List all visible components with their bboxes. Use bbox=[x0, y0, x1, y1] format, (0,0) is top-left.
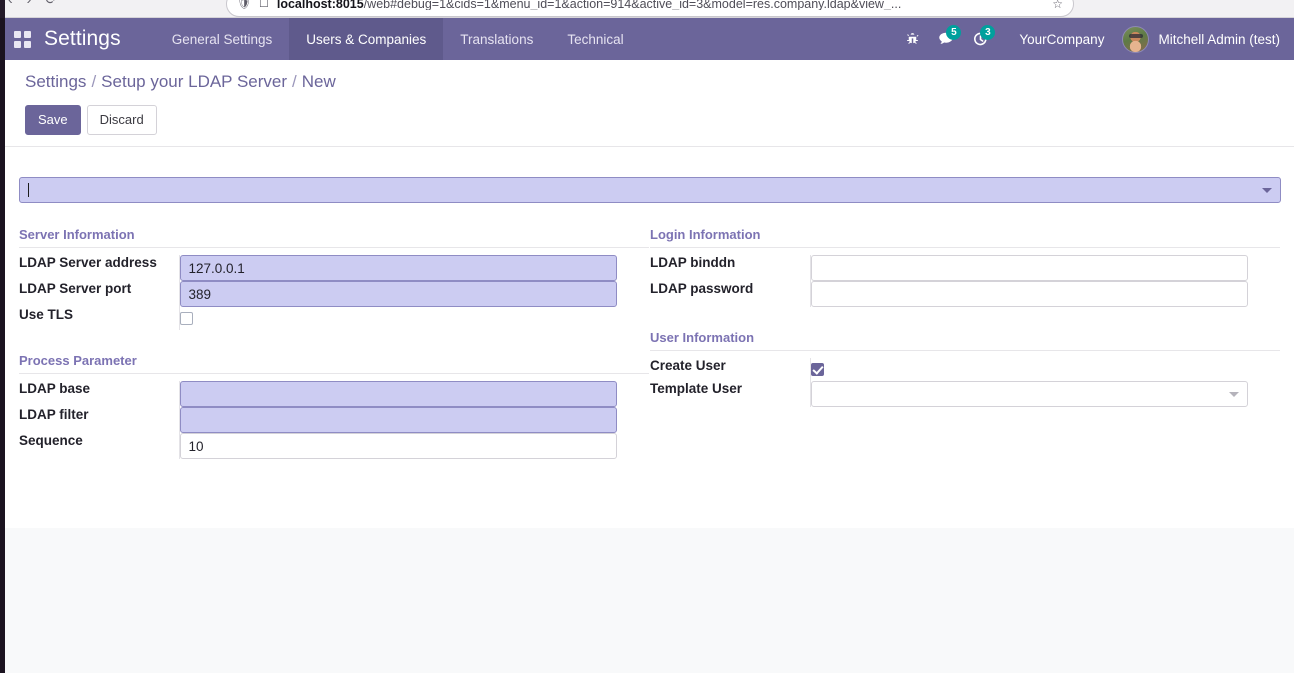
bug-icon[interactable] bbox=[895, 18, 929, 60]
label-ldap-filter: LDAP filter bbox=[19, 407, 89, 422]
label-template-user: Template User bbox=[650, 381, 743, 396]
input-ldap-base[interactable] bbox=[179, 381, 617, 407]
url-host: localhost:8015 bbox=[276, 0, 364, 11]
label-ldap-server-port: LDAP Server port bbox=[19, 281, 132, 296]
field-row-use-tls: Use TLS bbox=[19, 307, 649, 330]
url-text: localhost:8015/web#debug=1&cids=1&menu_i… bbox=[277, 0, 901, 10]
control-panel: Settings / Setup your LDAP Server / New … bbox=[5, 60, 1294, 147]
chat-bubble-icon[interactable]: 5 bbox=[929, 18, 963, 60]
field-row-create-user: Create User bbox=[650, 358, 1280, 381]
checkbox-create-user[interactable] bbox=[810, 363, 824, 376]
group-title-user-information: User Information bbox=[650, 330, 1280, 351]
text-cursor bbox=[28, 183, 29, 197]
input-ldap-filter[interactable] bbox=[179, 407, 617, 433]
browser-chrome: ‹ › ⟳ 🛡 ☐ localhost:8015/web#debug=1&cid… bbox=[0, 0, 1294, 18]
menu-item-users-companies[interactable]: Users & Companies bbox=[289, 18, 444, 60]
app-brand-title[interactable]: Settings bbox=[44, 18, 155, 60]
group-title-login-information: Login Information bbox=[650, 227, 1280, 248]
field-row-ldap-password: LDAP password bbox=[650, 281, 1280, 307]
url-path: /web#debug=1&cids=1&menu_id=1&action=914… bbox=[363, 0, 902, 11]
user-menu-label: Mitchell Admin (test) bbox=[1158, 31, 1280, 47]
back-arrow-icon[interactable]: ‹ bbox=[8, 0, 13, 6]
forward-arrow-icon[interactable]: › bbox=[27, 0, 32, 6]
save-button[interactable]: Save bbox=[25, 105, 81, 135]
group-login-information: Login Information LDAP binddn LDAP passw… bbox=[650, 227, 1280, 307]
page-background-bottom bbox=[5, 528, 1294, 673]
field-row-ldap-binddn: LDAP binddn bbox=[650, 255, 1280, 281]
label-ldap-binddn: LDAP binddn bbox=[650, 255, 736, 270]
input-sequence[interactable]: 10 bbox=[179, 433, 617, 459]
form-sheet: Server Information LDAP Server address 1… bbox=[5, 147, 1294, 459]
form-column-left: Server Information LDAP Server address 1… bbox=[19, 227, 649, 459]
group-process-parameter: Process Parameter LDAP base LDAP filter bbox=[19, 353, 649, 459]
field-row-ldap-server-address: LDAP Server address 127.0.0.1 bbox=[19, 255, 649, 281]
navbar-menu-list: General Settings Users & Companies Trans… bbox=[155, 18, 641, 60]
field-row-sequence: Sequence 10 bbox=[19, 433, 649, 459]
chevron-down-icon[interactable] bbox=[1228, 392, 1239, 397]
form-column-right: Login Information LDAP binddn LDAP passw… bbox=[650, 227, 1280, 459]
field-row-ldap-server-port: LDAP Server port 389 bbox=[19, 281, 649, 307]
input-ldap-server-port[interactable]: 389 bbox=[179, 281, 617, 307]
value-ldap-server-port: 389 bbox=[188, 286, 212, 302]
value-sequence: 10 bbox=[188, 438, 204, 454]
apps-grid-icon bbox=[13, 30, 31, 48]
breadcrumb: Settings / Setup your LDAP Server / New bbox=[25, 71, 1294, 93]
field-row-template-user: Template User bbox=[650, 381, 1280, 407]
apps-menu-button[interactable] bbox=[0, 18, 44, 60]
browser-nav-controls: ‹ › ⟳ bbox=[8, 0, 57, 6]
window-edge-top-left bbox=[0, 0, 5, 18]
user-avatar bbox=[1122, 25, 1150, 53]
app-screen: ‹ › ⟳ 🛡 ☐ localhost:8015/web#debug=1&cid… bbox=[0, 0, 1294, 673]
bookmark-star-icon[interactable]: ☆ bbox=[1052, 0, 1063, 10]
field-row-ldap-base: LDAP base bbox=[19, 381, 649, 407]
label-create-user: Create User bbox=[650, 358, 726, 373]
company-field-row bbox=[19, 177, 1281, 203]
group-server-information: Server Information LDAP Server address 1… bbox=[19, 227, 649, 330]
company-switcher[interactable]: YourCompany bbox=[997, 32, 1120, 47]
company-select-input[interactable] bbox=[19, 177, 1281, 203]
breadcrumb-separator: / bbox=[292, 72, 297, 91]
shield-icon: 🛡 bbox=[237, 0, 251, 10]
label-sequence: Sequence bbox=[19, 433, 83, 448]
breadcrumb-separator: / bbox=[91, 72, 97, 91]
menu-item-translations[interactable]: Translations bbox=[443, 18, 550, 60]
top-navbar: Settings General Settings Users & Compan… bbox=[0, 18, 1294, 60]
discard-button[interactable]: Discard bbox=[86, 105, 157, 135]
record-action-buttons: Save Discard bbox=[25, 105, 1294, 135]
menu-item-general-settings[interactable]: General Settings bbox=[155, 18, 290, 60]
value-ldap-server-address: 127.0.0.1 bbox=[188, 260, 245, 276]
input-template-user[interactable] bbox=[810, 381, 1248, 407]
user-menu[interactable]: Mitchell Admin (test) bbox=[1120, 25, 1280, 53]
navbar-systray: 5 3 YourCompany Mitchell Admin (test) bbox=[895, 18, 1294, 60]
form-columns: Server Information LDAP Server address 1… bbox=[19, 227, 1280, 459]
field-row-ldap-filter: LDAP filter bbox=[19, 407, 649, 433]
group-user-information: User Information Create User Template Us… bbox=[650, 330, 1280, 407]
reload-icon[interactable]: ⟳ bbox=[45, 0, 57, 6]
input-ldap-password[interactable] bbox=[810, 281, 1248, 307]
checkbox-use-tls[interactable] bbox=[179, 312, 193, 325]
activity-clock-icon[interactable]: 3 bbox=[963, 18, 997, 60]
activities-badge: 3 bbox=[980, 25, 996, 40]
label-ldap-server-address: LDAP Server address bbox=[19, 255, 157, 270]
breadcrumb-item-current: New bbox=[301, 72, 336, 91]
breadcrumb-item-ldap-server[interactable]: Setup your LDAP Server bbox=[101, 71, 287, 93]
label-ldap-password: LDAP password bbox=[650, 281, 754, 296]
breadcrumb-item-settings[interactable]: Settings bbox=[25, 71, 86, 93]
label-ldap-base: LDAP base bbox=[19, 381, 91, 396]
messages-badge: 5 bbox=[946, 25, 962, 40]
menu-item-technical[interactable]: Technical bbox=[550, 18, 640, 60]
chevron-down-icon[interactable] bbox=[1262, 188, 1272, 193]
input-ldap-server-address[interactable]: 127.0.0.1 bbox=[179, 255, 617, 281]
url-bar[interactable]: 🛡 ☐ localhost:8015/web#debug=1&cids=1&me… bbox=[226, 0, 1074, 17]
window-edge-left bbox=[0, 0, 5, 673]
reader-view-icon[interactable]: ☐ bbox=[259, 0, 269, 10]
group-title-server-information: Server Information bbox=[19, 227, 649, 248]
input-ldap-binddn[interactable] bbox=[810, 255, 1248, 281]
group-title-process-parameter: Process Parameter bbox=[19, 353, 649, 374]
label-use-tls: Use TLS bbox=[19, 307, 74, 322]
